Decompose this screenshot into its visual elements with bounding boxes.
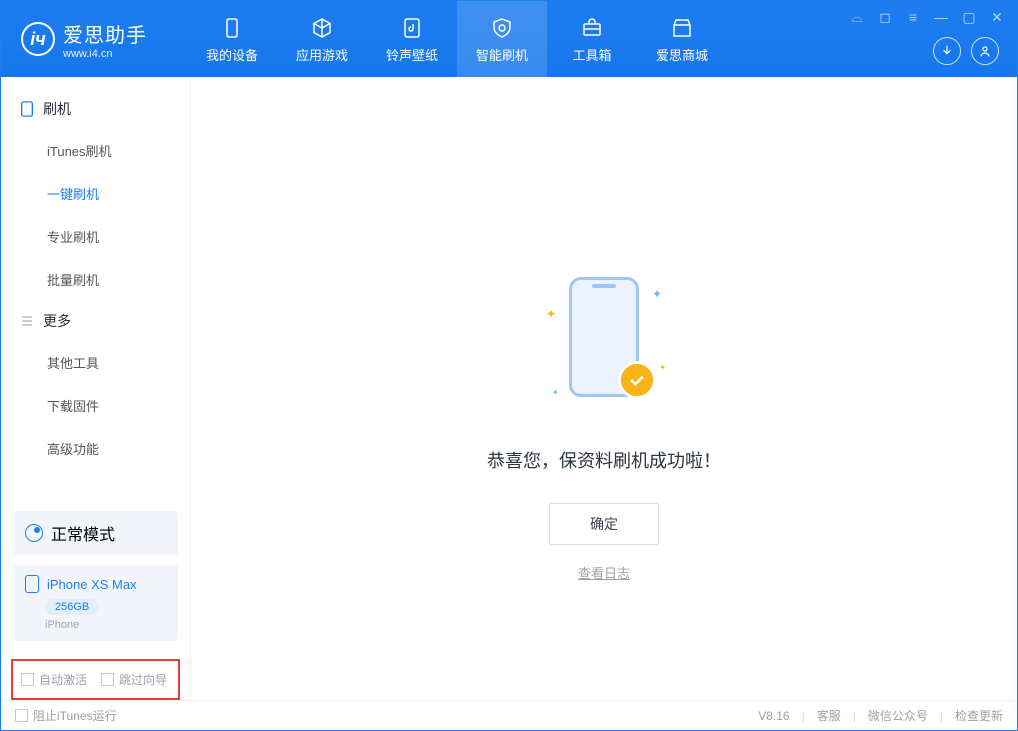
sidebar-item-download-firmware[interactable]: 下载固件	[1, 384, 190, 427]
checkbox-label: 跳过向导	[119, 671, 167, 688]
checkbox-icon	[101, 673, 114, 686]
sidebar: 刷机 iTunes刷机 一键刷机 专业刷机 批量刷机 更多 其他工具 下载固件 …	[1, 77, 191, 700]
device-name-row: iPhone XS Max	[25, 575, 166, 593]
sidebar-item-oneclick-flash[interactable]: 一键刷机	[1, 172, 190, 215]
sidebar-group-more: 更多	[1, 301, 190, 341]
minimize-button[interactable]: —	[933, 9, 949, 26]
menu-icon[interactable]: ≡	[905, 9, 921, 26]
view-log-link[interactable]: 查看日志	[578, 563, 630, 582]
phone-small-icon	[25, 575, 39, 593]
sidebar-item-pro-flash[interactable]: 专业刷机	[1, 215, 190, 258]
close-button[interactable]: ✕	[989, 9, 1005, 26]
app-subtitle: www.i4.cn	[63, 48, 147, 60]
sidebar-item-batch-flash[interactable]: 批量刷机	[1, 258, 190, 301]
checkbox-block-itunes[interactable]: 阻止iTunes运行	[15, 707, 117, 724]
success-message: 恭喜您，保资料刷机成功啦！	[487, 447, 721, 473]
nav-label: 铃声壁纸	[386, 45, 438, 64]
window-controls-top: ⌓ ◻ ≡ — ▢ ✕	[849, 9, 1005, 26]
footer-link-support[interactable]: 客服	[817, 707, 841, 724]
mode-label: 正常模式	[51, 521, 115, 545]
nav-tab-toolbox[interactable]: 工具箱	[547, 1, 637, 77]
tshirt-icon[interactable]: ⌓	[849, 9, 865, 26]
footer-link-update[interactable]: 检查更新	[955, 707, 1003, 724]
app-title: 爱思助手	[63, 19, 147, 48]
nav-tab-store[interactable]: 爱思商城	[637, 1, 727, 77]
app-logo-icon: iч	[21, 22, 55, 56]
flash-options-highlight: 自动激活 跳过向导	[11, 659, 180, 700]
sparkle-icon: ✦	[659, 363, 666, 372]
checkbox-label: 阻止iTunes运行	[33, 707, 117, 724]
checkbox-icon	[21, 673, 34, 686]
sparkle-icon: ✦	[552, 388, 559, 397]
header-action-buttons	[933, 37, 999, 65]
footer-left: 阻止iTunes运行	[15, 707, 117, 724]
nav-tab-apps[interactable]: 应用游戏	[277, 1, 367, 77]
sidebar-menu: 刷机 iTunes刷机 一键刷机 专业刷机 批量刷机 更多 其他工具 下载固件 …	[1, 77, 190, 501]
main-content: ✦ ✦ ✦ ✦ 恭喜您，保资料刷机成功啦！ 确定 查看日志	[191, 77, 1017, 700]
sidebar-item-advanced[interactable]: 高级功能	[1, 427, 190, 470]
nav-tab-flash[interactable]: 智能刷机	[457, 1, 547, 77]
nav-tab-ringtones[interactable]: 铃声壁纸	[367, 1, 457, 77]
group-title: 更多	[43, 311, 71, 331]
nav-label: 我的设备	[206, 45, 258, 64]
device-type: iPhone	[45, 619, 166, 631]
sparkle-icon: ✦	[652, 287, 662, 301]
ok-button[interactable]: 确定	[549, 503, 659, 545]
nav-label: 智能刷机	[476, 45, 528, 64]
sidebar-item-other-tools[interactable]: 其他工具	[1, 341, 190, 384]
shield-refresh-icon	[489, 15, 515, 41]
device-name: iPhone XS Max	[47, 577, 137, 592]
logo-area: iч 爱思助手 www.i4.cn	[1, 19, 167, 60]
device-panel: 正常模式 iPhone XS Max 256GB iPhone	[1, 501, 190, 651]
toolbox-icon	[579, 15, 605, 41]
nav-label: 应用游戏	[296, 45, 348, 64]
list-icon	[19, 313, 35, 329]
nav-label: 爱思商城	[656, 45, 708, 64]
app-header: iч 爱思助手 www.i4.cn 我的设备 应用游戏 铃声壁纸 智能刷机 工具…	[1, 1, 1017, 77]
store-icon	[669, 15, 695, 41]
checkbox-label: 自动激活	[39, 671, 87, 688]
sidebar-item-itunes-flash[interactable]: iTunes刷机	[1, 129, 190, 172]
app-body: 刷机 iTunes刷机 一键刷机 专业刷机 批量刷机 更多 其他工具 下载固件 …	[1, 77, 1017, 700]
feedback-icon[interactable]: ◻	[877, 9, 893, 26]
music-file-icon	[399, 15, 425, 41]
device-icon	[219, 15, 245, 41]
device-capacity-badge: 256GB	[45, 599, 99, 615]
separator: |	[940, 709, 943, 723]
maximize-button[interactable]: ▢	[961, 9, 977, 26]
separator: |	[802, 709, 805, 723]
nav-tab-my-device[interactable]: 我的设备	[187, 1, 277, 77]
logo-text: 爱思助手 www.i4.cn	[63, 19, 147, 60]
cube-icon	[309, 15, 335, 41]
checkbox-auto-activate[interactable]: 自动激活	[21, 671, 87, 688]
download-button[interactable]	[933, 37, 961, 65]
nav-tabs: 我的设备 应用游戏 铃声壁纸 智能刷机 工具箱 爱思商城	[187, 1, 727, 77]
checkbox-skip-guide[interactable]: 跳过向导	[101, 671, 167, 688]
separator: |	[853, 709, 856, 723]
device-info-box[interactable]: iPhone XS Max 256GB iPhone	[13, 565, 178, 641]
sidebar-group-flash: 刷机	[1, 89, 190, 129]
success-check-icon	[618, 361, 656, 399]
device-mode-box[interactable]: 正常模式	[13, 511, 178, 555]
version-label: V8.16	[758, 709, 789, 723]
status-bar: 阻止iTunes运行 V8.16 | 客服 | 微信公众号 | 检查更新	[1, 700, 1017, 730]
user-button[interactable]	[971, 37, 999, 65]
nav-label: 工具箱	[572, 45, 611, 64]
checkbox-icon	[15, 709, 28, 722]
mode-icon	[25, 524, 43, 542]
footer-right: V8.16 | 客服 | 微信公众号 | 检查更新	[758, 707, 1003, 724]
footer-link-wechat[interactable]: 微信公众号	[868, 707, 928, 724]
phone-outline-icon	[19, 101, 35, 117]
success-illustration: ✦ ✦ ✦ ✦	[534, 267, 674, 427]
sparkle-icon: ✦	[546, 307, 556, 321]
group-title: 刷机	[43, 99, 71, 119]
